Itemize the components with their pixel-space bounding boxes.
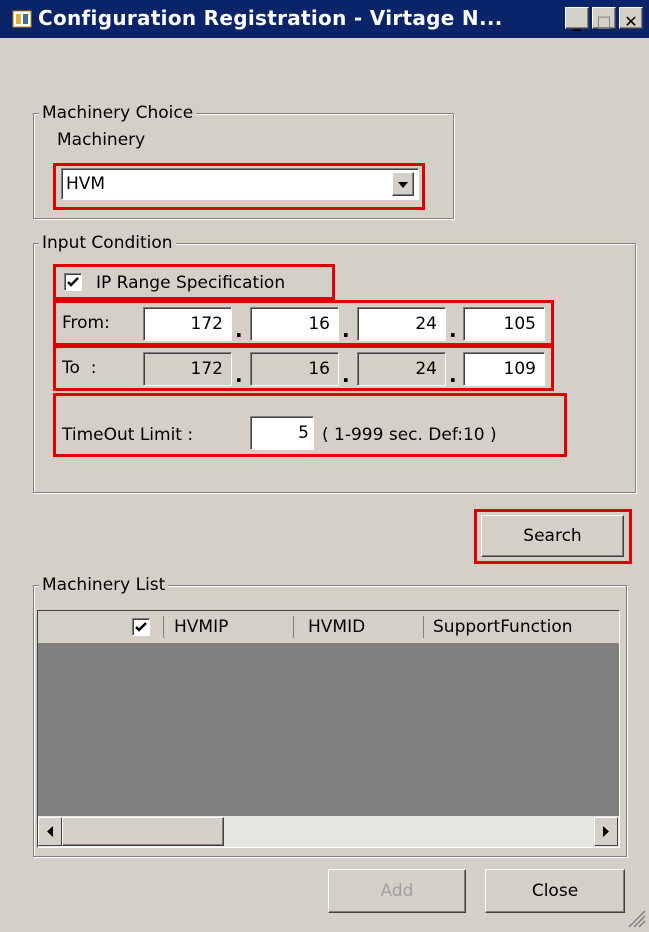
window-title: Configuration Registration - Virtage N..…	[38, 6, 503, 30]
column-header-supportfunction[interactable]: SupportFunction	[433, 617, 573, 637]
machinery-label: Machinery	[57, 130, 146, 150]
checkmark-icon	[135, 622, 147, 632]
minimize-button[interactable]: _	[565, 7, 589, 31]
close-window-button[interactable]: ✕	[619, 7, 643, 31]
scroll-right-button[interactable]	[594, 817, 618, 846]
from-dot-2: .	[342, 318, 350, 342]
app-icon	[12, 10, 32, 28]
column-divider	[293, 616, 294, 638]
horizontal-scrollbar[interactable]	[38, 816, 619, 847]
ip-range-checkbox[interactable]	[64, 273, 82, 291]
scroll-left-button[interactable]	[38, 817, 62, 846]
column-header-hvmid[interactable]: HVMID	[308, 617, 365, 637]
to-octet-1-value: 172	[190, 359, 223, 379]
from-octet-1-input[interactable]: 172	[143, 307, 232, 341]
search-button[interactable]: Search	[481, 515, 624, 557]
from-octet-3-input[interactable]: 24	[357, 307, 446, 341]
table-header: HVMIP HVMID SupportFunction	[38, 611, 619, 644]
to-dot-3: .	[449, 363, 457, 387]
from-octet-3-value: 24	[415, 314, 437, 334]
to-dot-2: .	[342, 363, 350, 387]
to-octet-2-value: 16	[308, 359, 330, 379]
machinery-select[interactable]: HVM	[61, 168, 419, 200]
close-button[interactable]: Close	[485, 869, 625, 913]
from-label: From:	[62, 313, 110, 333]
machinery-selected-value: HVM	[66, 174, 106, 194]
resize-grip-icon[interactable]	[626, 908, 646, 928]
from-octet-4-input[interactable]: 105	[463, 307, 545, 341]
column-divider	[423, 616, 424, 638]
title-bar[interactable]: Configuration Registration - Virtage N..…	[0, 0, 649, 38]
from-octet-2-value: 16	[308, 314, 330, 334]
from-dot-1: .	[235, 318, 243, 342]
to-octet-4-value: 109	[503, 359, 536, 379]
maximize-button[interactable]: □	[592, 7, 616, 31]
to-octet-2-input: 16	[250, 352, 339, 386]
to-octet-3-input: 24	[357, 352, 446, 386]
chevron-down-icon	[398, 182, 408, 188]
from-octet-2-input[interactable]: 16	[250, 307, 339, 341]
timeout-value: 5	[298, 423, 309, 443]
minimize-icon: _	[573, 12, 581, 31]
select-all-checkbox[interactable]	[132, 618, 150, 636]
to-octet-3-value: 24	[415, 359, 437, 379]
input-condition-legend: Input Condition	[39, 233, 176, 253]
from-dot-3: .	[449, 318, 457, 342]
timeout-label: TimeOut Limit :	[62, 425, 194, 445]
from-octet-1-value: 172	[190, 314, 223, 334]
close-icon: ✕	[624, 12, 638, 31]
machinery-list-table[interactable]: HVMIP HVMID SupportFunction	[37, 610, 620, 848]
column-divider	[163, 616, 164, 638]
checkmark-icon	[67, 277, 79, 287]
arrow-right-icon	[603, 826, 609, 837]
maximize-icon: □	[596, 12, 612, 31]
machinery-dropdown-button[interactable]	[392, 172, 414, 196]
from-octet-4-value: 105	[503, 314, 536, 334]
to-dot-1: .	[235, 363, 243, 387]
column-header-hvmip[interactable]: HVMIP	[174, 617, 228, 637]
timeout-input[interactable]: 5	[250, 416, 314, 450]
ip-range-label: IP Range Specification	[96, 273, 286, 293]
to-label: To :	[62, 358, 97, 378]
arrow-left-icon	[47, 826, 53, 837]
scroll-thumb[interactable]	[62, 817, 224, 846]
timeout-hint: ( 1-999 sec. Def:10 )	[322, 425, 497, 445]
machinery-choice-legend: Machinery Choice	[39, 103, 197, 123]
to-octet-1-input: 172	[143, 352, 232, 386]
machinery-list-legend: Machinery List	[39, 575, 169, 595]
add-button[interactable]: Add	[328, 869, 466, 913]
to-octet-4-input[interactable]: 109	[463, 352, 545, 386]
